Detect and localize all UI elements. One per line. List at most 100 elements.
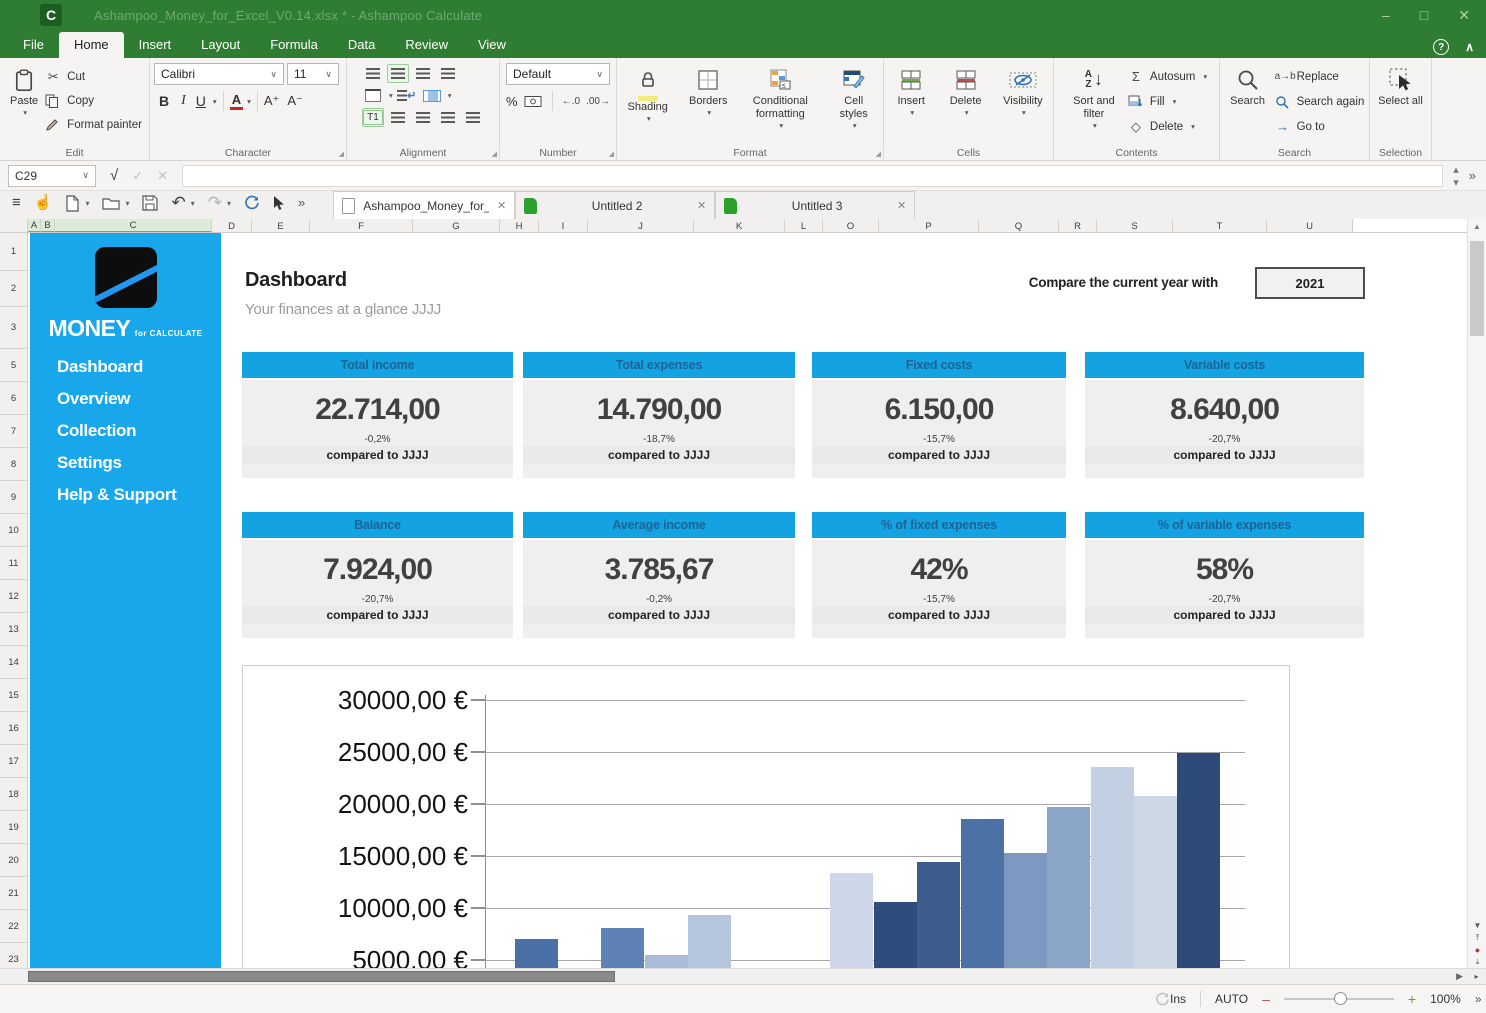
remove-decimal-button[interactable]: .00→ <box>586 96 610 107</box>
jump-bottom-icon[interactable]: ⤓ <box>1468 956 1486 968</box>
sheet-canvas[interactable]: MONEY for CALCULATE DashboardOverviewCol… <box>28 233 1467 968</box>
copy-button[interactable]: Copy <box>45 90 142 111</box>
column-header-G[interactable]: G <box>413 219 500 233</box>
close-tab-icon[interactable]: ✕ <box>497 199 506 212</box>
row-header-21[interactable]: 21 <box>0 877 27 910</box>
formula-input[interactable] <box>182 165 1443 187</box>
help-icon[interactable]: ? <box>1433 39 1449 55</box>
column-header-B[interactable]: B <box>41 219 55 233</box>
dialog-launcher-icon[interactable]: ◢ <box>339 150 344 158</box>
column-header-F[interactable]: F <box>310 219 413 233</box>
zoom-in-icon[interactable]: + <box>1408 991 1416 1007</box>
compare-year-input[interactable]: 2021 <box>1255 267 1365 299</box>
format-painter-button[interactable]: Format painter <box>45 114 142 135</box>
autosum-button[interactable]: ΣAutosum▾ <box>1128 66 1207 87</box>
vertical-scrollbar-thumb[interactable] <box>1470 241 1484 336</box>
zoom-level[interactable]: 100% <box>1430 992 1461 1006</box>
row-header-22[interactable]: 22 <box>0 910 27 943</box>
row-header-15[interactable]: 15 <box>0 679 27 712</box>
undo-icon[interactable]: ↶ <box>171 195 185 211</box>
align-justify-button[interactable] <box>462 108 484 127</box>
touch-mode-icon[interactable]: ☝ <box>34 195 53 211</box>
sort-filter-button[interactable]: AZ ↓ Sort and filter▾ <box>1066 63 1122 144</box>
select-all-corner[interactable] <box>0 219 28 233</box>
row-header-17[interactable]: 17 <box>0 745 27 778</box>
underline-button[interactable]: U <box>193 93 209 109</box>
dialog-launcher-icon[interactable]: ◢ <box>492 150 497 158</box>
zoom-slider-thumb[interactable] <box>1334 992 1347 1005</box>
zoom-slider[interactable] <box>1284 998 1394 1000</box>
menu-review[interactable]: Review <box>390 32 463 58</box>
paste-button[interactable]: Paste▾ <box>7 63 41 144</box>
replace-button[interactable]: a→bReplace <box>1275 66 1365 87</box>
align-middle-button[interactable] <box>387 64 409 83</box>
column-header-U[interactable]: U <box>1267 219 1353 233</box>
column-header-R[interactable]: R <box>1059 219 1097 233</box>
menu-formula[interactable]: Formula <box>255 32 333 58</box>
column-header-Q[interactable]: Q <box>979 219 1059 233</box>
row-header-12[interactable]: 12 <box>0 580 27 613</box>
sidebar-item-help-support[interactable]: Help & Support <box>30 479 221 511</box>
insert-cells-button[interactable]: Insert▾ <box>887 63 935 144</box>
align-right-button[interactable] <box>437 108 459 127</box>
row-header-14[interactable]: 14 <box>0 646 27 679</box>
scroll-right-icon[interactable]: ▶ <box>1456 971 1463 982</box>
column-header-T[interactable]: T <box>1173 219 1267 233</box>
sheet-tab[interactable]: Ashampoo_Money_for_E...✕ <box>333 191 515 219</box>
column-header-J[interactable]: J <box>588 219 694 233</box>
new-document-icon[interactable] <box>65 195 80 212</box>
chevron-down-icon[interactable]: ▾ <box>191 199 195 208</box>
column-header-A[interactable]: A <box>28 219 41 233</box>
font-size-select[interactable]: 11∨ <box>287 63 339 85</box>
row-header-10[interactable]: 10 <box>0 514 27 547</box>
horizontal-scrollbar-thumb[interactable] <box>28 971 615 982</box>
sheet-tab[interactable]: Untitled 2✕ <box>515 191 715 219</box>
open-folder-icon[interactable] <box>102 196 120 211</box>
menu-insert[interactable]: Insert <box>124 32 187 58</box>
column-header-H[interactable]: H <box>500 219 539 233</box>
row-header-5[interactable]: 5 <box>0 349 27 382</box>
insert-mode-indicator[interactable]: Ins <box>1170 992 1186 1006</box>
row-header-20[interactable]: 20 <box>0 844 27 877</box>
search-button[interactable]: Search <box>1225 63 1271 144</box>
column-header-C[interactable]: C <box>55 219 212 233</box>
overflow-icon[interactable]: » <box>1469 168 1476 183</box>
chevron-down-icon[interactable]: ▾ <box>448 91 452 100</box>
refresh-icon[interactable] <box>244 195 260 211</box>
cell-border-button[interactable] <box>362 86 384 105</box>
align-distribute-button[interactable] <box>437 64 459 83</box>
accept-icon[interactable]: ✓ <box>132 168 143 184</box>
merge-cells-button[interactable] <box>421 86 443 105</box>
minimize-button[interactable]: – <box>1382 0 1390 30</box>
wrap-text-button[interactable]: ↵ <box>396 86 418 105</box>
goto-button[interactable]: →Go to <box>1275 116 1365 137</box>
row-header-8[interactable]: 8 <box>0 448 27 481</box>
column-header-K[interactable]: K <box>694 219 785 233</box>
column-header-P[interactable]: P <box>879 219 979 233</box>
menu-file[interactable]: File <box>8 32 59 58</box>
expand-formula-bar-icon[interactable]: ▴▾ <box>1453 163 1459 189</box>
row-header-11[interactable]: 11 <box>0 547 27 580</box>
menu-data[interactable]: Data <box>333 32 390 58</box>
column-header-E[interactable]: E <box>252 219 310 233</box>
menu-layout[interactable]: Layout <box>186 32 255 58</box>
align-center-button[interactable] <box>412 108 434 127</box>
row-header-9[interactable]: 9 <box>0 481 27 514</box>
column-header-D[interactable]: D <box>212 219 252 233</box>
cancel-icon[interactable]: ✕ <box>157 168 168 184</box>
menu-view[interactable]: View <box>463 32 521 58</box>
orientation-button[interactable]: T1 <box>362 108 384 127</box>
column-header-O[interactable]: O <box>823 219 879 233</box>
calc-mode-indicator[interactable]: AUTO <box>1215 992 1248 1006</box>
overflow-icon[interactable]: » <box>298 195 305 211</box>
status-overflow-icon[interactable]: » <box>1475 992 1482 1006</box>
status-refresh-icon[interactable] <box>1155 992 1170 1007</box>
chevron-down-icon[interactable]: ▾ <box>125 199 129 208</box>
font-color-button[interactable]: A <box>230 92 243 110</box>
italic-button[interactable]: I <box>176 93 191 109</box>
column-header-L[interactable]: L <box>785 219 823 233</box>
row-header-7[interactable]: 7 <box>0 415 27 448</box>
maximize-button[interactable]: □ <box>1420 0 1428 30</box>
close-tab-icon[interactable]: ✕ <box>897 199 906 212</box>
dialog-launcher-icon[interactable]: ◢ <box>876 150 881 158</box>
